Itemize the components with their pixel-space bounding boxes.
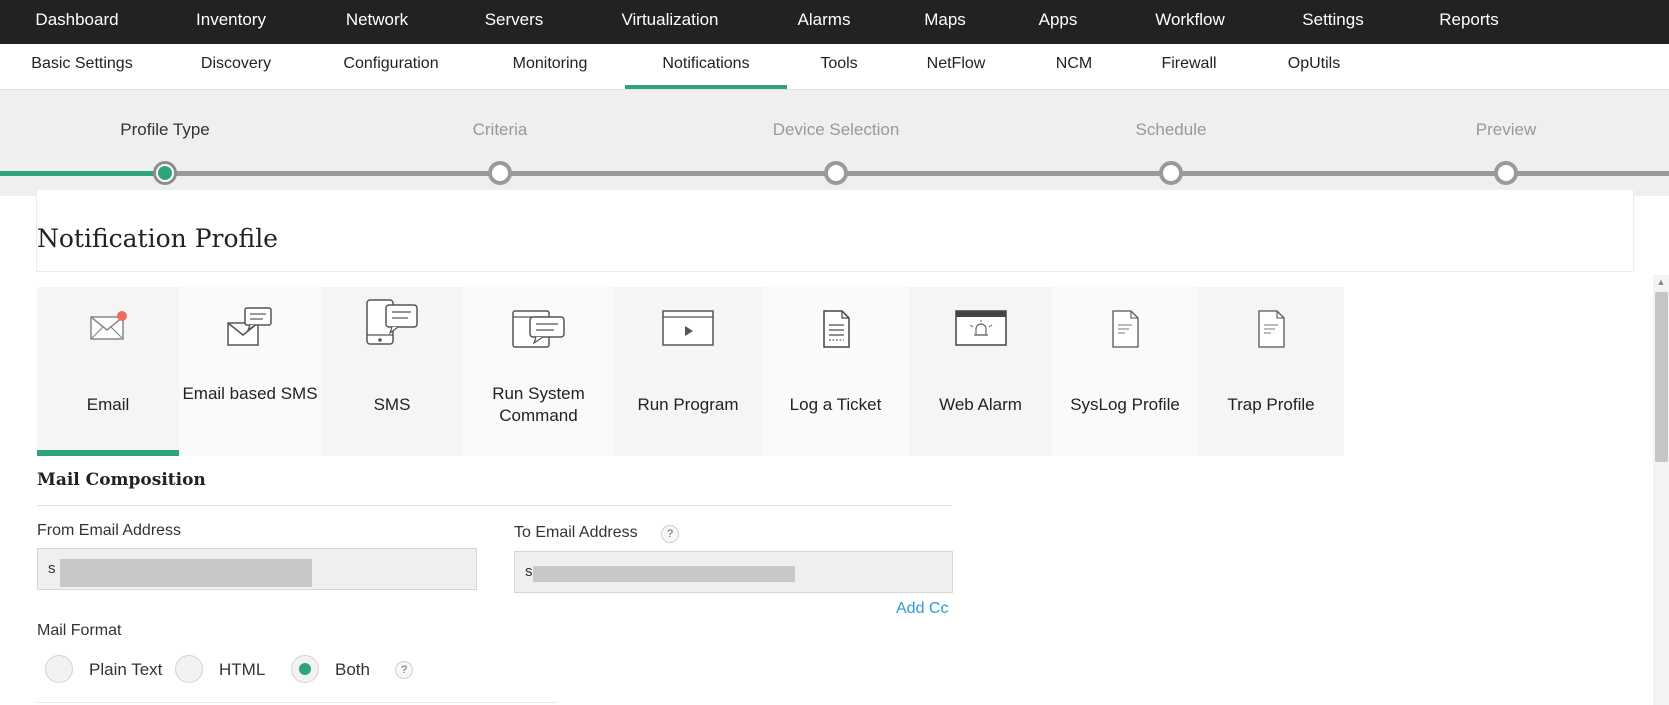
web-alarm-icon bbox=[953, 305, 1009, 354]
tile-label: Run Program bbox=[637, 395, 739, 414]
scrollbar-thumb[interactable] bbox=[1655, 292, 1668, 462]
tab-discovery[interactable]: Discovery bbox=[201, 44, 271, 90]
top-nav-settings[interactable]: Settings bbox=[1302, 0, 1363, 44]
bottom-divider bbox=[37, 702, 557, 703]
stepper-progress bbox=[0, 171, 160, 176]
selected-profile-indicator bbox=[37, 450, 179, 456]
top-nav-alarms[interactable]: Alarms bbox=[798, 0, 851, 44]
tile-label: Email based SMS bbox=[182, 384, 318, 403]
tab-firewall[interactable]: Firewall bbox=[1161, 44, 1216, 90]
profile-type-web-alarm[interactable]: Web Alarm bbox=[909, 287, 1052, 456]
radio-plain-text-label[interactable]: Plain Text bbox=[89, 660, 162, 680]
profile-type-log-ticket[interactable]: Log a Ticket bbox=[762, 287, 909, 456]
profile-type-run-program[interactable]: Run Program bbox=[614, 287, 762, 456]
radio-both-label[interactable]: Both bbox=[335, 660, 370, 680]
syslog-document-icon bbox=[1105, 305, 1145, 356]
profile-type-run-system-command[interactable]: Run System Command bbox=[463, 287, 614, 456]
add-cc-link[interactable]: Add Cc bbox=[896, 600, 948, 618]
wizard-stepper: Profile Type Criteria Device Selection S… bbox=[0, 90, 1669, 196]
from-email-input[interactable]: s bbox=[37, 548, 477, 590]
tile-label: Web Alarm bbox=[939, 395, 1022, 414]
mail-format-label: Mail Format bbox=[37, 622, 122, 639]
system-command-icon bbox=[510, 305, 568, 356]
run-program-icon bbox=[660, 305, 716, 354]
profile-type-sms[interactable]: SMS bbox=[321, 287, 463, 456]
top-nav-apps[interactable]: Apps bbox=[1039, 0, 1078, 44]
tab-tools[interactable]: Tools bbox=[820, 44, 857, 90]
scroll-up-icon[interactable]: ▲ bbox=[1654, 276, 1668, 288]
to-email-help-icon[interactable]: ? bbox=[661, 525, 679, 543]
step-label-profile-type[interactable]: Profile Type bbox=[120, 120, 209, 140]
tile-label: Run System Command bbox=[492, 384, 585, 425]
redacted-text bbox=[60, 559, 312, 587]
step-label-schedule[interactable]: Schedule bbox=[1136, 120, 1207, 140]
top-nav-servers[interactable]: Servers bbox=[485, 0, 544, 44]
to-email-value: s bbox=[525, 563, 533, 580]
profile-type-trap[interactable]: Trap Profile bbox=[1198, 287, 1344, 456]
from-email-value: s bbox=[48, 560, 56, 577]
step-label-preview[interactable]: Preview bbox=[1476, 120, 1536, 140]
email-sms-icon bbox=[225, 305, 275, 356]
top-nav-virtualization[interactable]: Virtualization bbox=[621, 0, 718, 44]
trap-document-icon bbox=[1251, 305, 1291, 356]
tab-basic-settings[interactable]: Basic Settings bbox=[31, 44, 132, 90]
top-nav-reports[interactable]: Reports bbox=[1439, 0, 1499, 44]
tab-monitoring[interactable]: Monitoring bbox=[513, 44, 588, 90]
tab-oputils[interactable]: OpUtils bbox=[1288, 44, 1340, 90]
tile-label: Trap Profile bbox=[1227, 395, 1315, 414]
email-icon bbox=[86, 305, 130, 350]
tab-ncm[interactable]: NCM bbox=[1056, 44, 1092, 90]
mail-composition-heading: Mail Composition bbox=[37, 470, 206, 490]
radio-both[interactable] bbox=[291, 655, 319, 683]
sms-phone-icon bbox=[364, 297, 420, 354]
tile-label: SysLog Profile bbox=[1070, 395, 1180, 414]
step-dot-device-selection[interactable] bbox=[824, 161, 848, 185]
profile-type-syslog[interactable]: SysLog Profile bbox=[1052, 287, 1198, 456]
step-dot-preview[interactable] bbox=[1494, 161, 1518, 185]
top-nav-workflow[interactable]: Workflow bbox=[1155, 0, 1225, 44]
radio-plain-text[interactable] bbox=[45, 655, 73, 683]
tile-label: Email bbox=[86, 395, 130, 414]
tile-label: Log a Ticket bbox=[789, 395, 882, 414]
section-divider bbox=[37, 505, 952, 506]
profile-type-email[interactable]: Email bbox=[37, 287, 179, 456]
tab-netflow[interactable]: NetFlow bbox=[927, 44, 986, 90]
step-label-device-selection[interactable]: Device Selection bbox=[773, 120, 900, 140]
profile-type-email-sms[interactable]: Email based SMS bbox=[179, 287, 321, 456]
step-label-criteria[interactable]: Criteria bbox=[473, 120, 528, 140]
ticket-icon bbox=[816, 305, 856, 356]
active-tab-indicator bbox=[625, 85, 787, 89]
tile-label: SMS bbox=[373, 395, 411, 414]
tab-configuration[interactable]: Configuration bbox=[343, 44, 438, 90]
mail-format-help-icon[interactable]: ? bbox=[395, 661, 413, 679]
top-nav: Dashboard Inventory Network Servers Virt… bbox=[0, 0, 1669, 44]
radio-html[interactable] bbox=[175, 655, 203, 683]
top-nav-network[interactable]: Network bbox=[346, 0, 408, 44]
to-email-input[interactable]: s bbox=[514, 551, 953, 593]
step-dot-profile-type[interactable] bbox=[153, 161, 177, 185]
sub-nav: Basic Settings Discovery Configuration M… bbox=[0, 44, 1669, 90]
top-nav-dashboard[interactable]: Dashboard bbox=[35, 0, 118, 44]
page-title: Notification Profile bbox=[37, 224, 278, 253]
redacted-text bbox=[533, 566, 795, 582]
to-email-label: To Email Address bbox=[514, 524, 638, 541]
step-dot-schedule[interactable] bbox=[1159, 161, 1183, 185]
from-email-label: From Email Address bbox=[37, 522, 182, 539]
radio-html-label[interactable]: HTML bbox=[219, 660, 265, 680]
step-dot-criteria[interactable] bbox=[488, 161, 512, 185]
top-nav-maps[interactable]: Maps bbox=[924, 0, 966, 44]
top-nav-inventory[interactable]: Inventory bbox=[196, 0, 266, 44]
tab-notifications[interactable]: Notifications bbox=[662, 44, 749, 90]
